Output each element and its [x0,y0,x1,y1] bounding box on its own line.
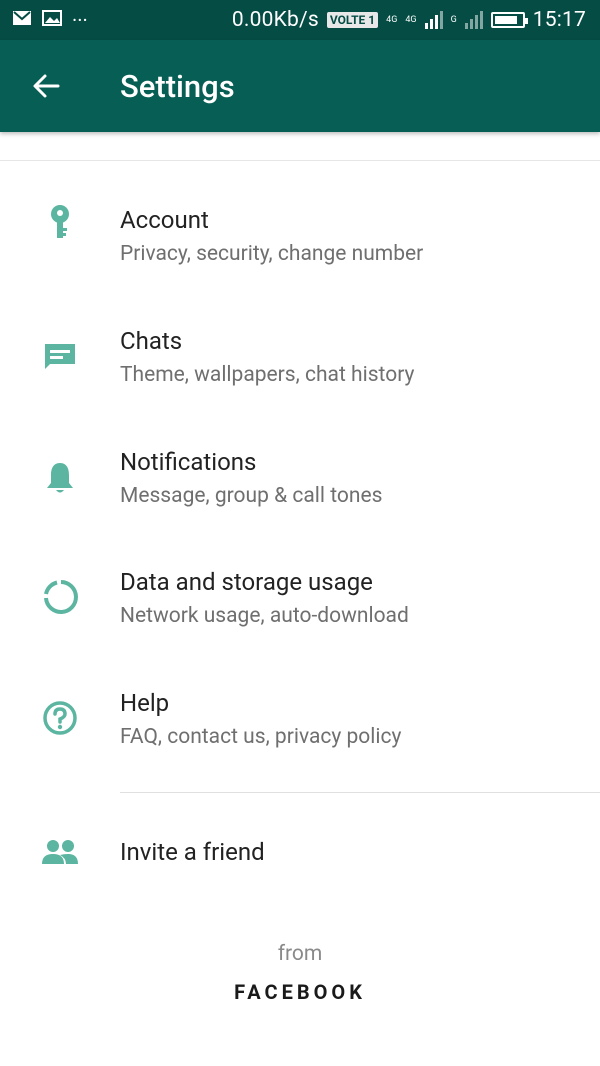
gmail-icon [12,10,32,30]
settings-item-subtitle: Message, group & call tones [120,484,383,508]
battery-icon [490,12,528,28]
footer-from-label: from [277,942,323,966]
bell-icon [38,456,82,500]
settings-item-title: Data and storage usage [120,568,373,596]
invite-friend-item[interactable]: Invite a friend [0,800,600,906]
settings-item-help[interactable]: Help FAQ, contact us, privacy policy [0,660,600,772]
settings-item-title: Notifications [120,448,257,476]
invite-friend-label: Invite a friend [120,838,265,866]
key-icon [38,200,82,244]
network-type-1: 4G [386,14,398,25]
divider [120,792,600,793]
arrow-back-icon [33,74,60,98]
settings-item-title: Help [120,689,170,717]
settings-item-account[interactable]: Account Privacy, security, change number [0,180,600,292]
settings-item-subtitle: Theme, wallpapers, chat history [120,363,415,387]
network-speed: 0.00Kb/s [231,8,319,32]
network-type-3: G [450,14,457,25]
back-button[interactable] [26,66,66,106]
signal-icon-sim2 [464,11,483,29]
app-bar: Settings [0,40,600,132]
more-notifications-icon: ··· [72,8,88,32]
status-bar: ··· 0.00Kb/s VOLTE 1 4G 4G G 15:17 [0,0,600,40]
settings-item-chats[interactable]: Chats Theme, wallpapers, chat history [0,300,600,412]
clock: 15:17 [532,8,586,32]
facebook-brand: FACEBOOK [234,980,366,1004]
settings-item-notifications[interactable]: Notifications Message, group & call tone… [0,420,600,532]
chat-icon [38,334,82,378]
people-icon [38,830,82,874]
help-icon [38,696,82,740]
signal-icon-sim1 [424,11,443,29]
settings-item-subtitle: FAQ, contact us, privacy policy [120,725,402,749]
settings-item-subtitle: Privacy, security, change number [120,242,424,266]
settings-item-title: Chats [120,327,183,355]
volte-badge: VOLTE 1 [326,12,379,28]
network-type-2: 4G [405,14,417,25]
settings-item-title: Account [120,206,209,234]
gallery-icon [42,10,62,30]
divider [0,160,600,161]
status-bar-notifications: ··· [12,0,88,40]
settings-item-subtitle: Network usage, auto-download [120,604,409,628]
page-title: Settings [120,68,235,105]
data-usage-icon [38,575,82,619]
settings-item-data-storage[interactable]: Data and storage usage Network usage, au… [0,540,600,652]
